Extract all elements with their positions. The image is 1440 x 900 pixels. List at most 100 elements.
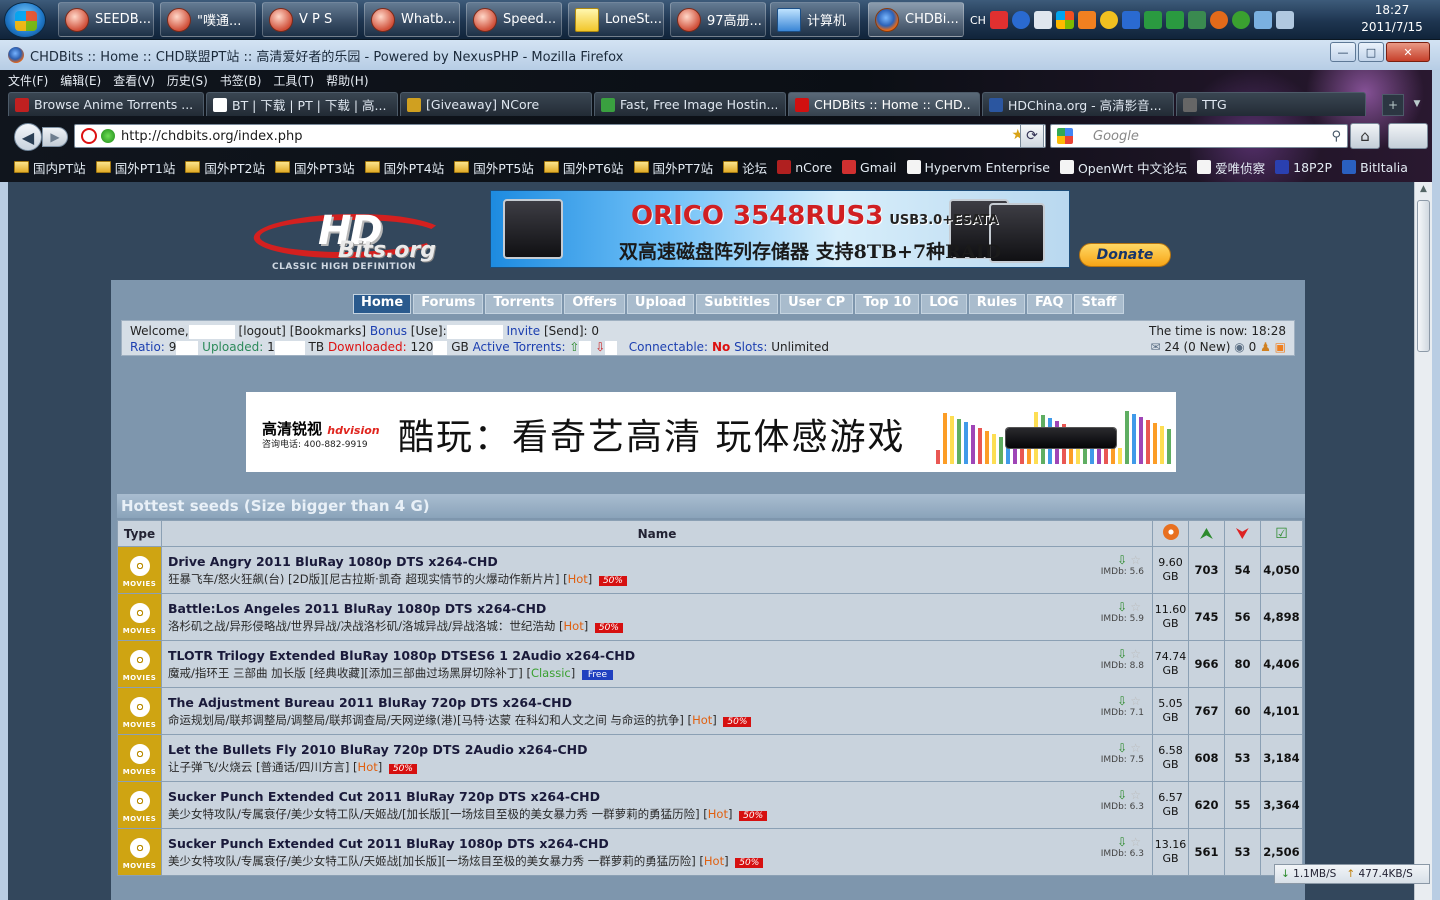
browser-tab[interactable]: BT | 下载 | PT | 下载 | 高... (206, 92, 398, 116)
logout-link[interactable]: [logout] (239, 324, 286, 338)
menu-item[interactable]: 编辑(E) (60, 72, 101, 89)
google-icon[interactable] (1057, 128, 1073, 144)
bookmark-item[interactable]: OpenWrt 中文论坛 (1059, 158, 1187, 177)
browser-tab[interactable]: CHDBits :: Home :: CHD... (788, 92, 980, 116)
monitor-icon[interactable] (1187, 11, 1206, 29)
app-icon[interactable] (1077, 11, 1096, 29)
bookmark-item[interactable]: nCore (777, 160, 832, 175)
site-nav-top-10[interactable]: Top 10 (855, 294, 920, 314)
bookmark-item[interactable]: 国外PT2站 (185, 158, 265, 177)
torrent-title-link[interactable]: Let the Bullets Fly 2010 BluRay 720p DTS… (168, 742, 1148, 757)
clock[interactable]: 18:27 2011/7/15 (1348, 2, 1436, 38)
bookmark-star-icon[interactable]: ☆ (1130, 694, 1144, 708)
taskbar-button[interactable]: Speed... (466, 2, 562, 37)
site-nav-staff[interactable]: Staff (1073, 294, 1125, 314)
minimize-button[interactable]: — (1330, 42, 1356, 62)
torrent-title-link[interactable]: Battle:Los Angeles 2011 BluRay 1080p DTS… (168, 601, 1148, 616)
category-cell[interactable]: MOVIES (117, 828, 162, 876)
menu-item[interactable]: 书签(B) (220, 72, 262, 89)
site-nav-home[interactable]: Home (353, 294, 412, 314)
taskbar-button[interactable]: LoneSt... (568, 2, 664, 37)
bookmark-star-icon[interactable]: ☆ (1130, 647, 1144, 661)
search-icon[interactable]: ⚲ (1331, 129, 1341, 144)
sogou-icon[interactable] (989, 11, 1008, 29)
bookmark-star-icon[interactable]: ☆ (1130, 788, 1144, 802)
bookmark-item[interactable]: BitItalia (1342, 160, 1408, 175)
back-button[interactable]: ◀ (14, 123, 42, 151)
menu-item[interactable]: 文件(F) (8, 72, 48, 89)
bookmark-item[interactable]: 国外PT3站 (274, 158, 355, 177)
bookmark-item[interactable]: Gmail (842, 160, 897, 175)
browser-tab[interactable]: [Giveaway] NCore (400, 92, 592, 116)
language-indicator[interactable]: CH (970, 14, 986, 27)
leechers-cell[interactable]: 55 (1224, 781, 1261, 829)
home-button[interactable]: ⌂ (1350, 123, 1380, 149)
search-bar[interactable]: Google ⚲ (1050, 124, 1348, 148)
taskbar-button[interactable]: SEEDB... (58, 2, 154, 37)
leechers-cell[interactable]: 54 (1224, 546, 1261, 594)
taskbar-button[interactable]: Whatb... (364, 2, 460, 37)
menu-item[interactable]: 帮助(H) (326, 72, 368, 89)
rss-icon[interactable]: ▣ (1275, 340, 1286, 354)
completed-cell[interactable]: 4,050 (1260, 546, 1303, 594)
site-nav-log[interactable]: LOG (921, 294, 967, 314)
category-cell[interactable]: MOVIES (117, 687, 162, 735)
usb-icon[interactable] (1033, 11, 1052, 29)
inbox-icon[interactable]: ✉ (1150, 340, 1160, 354)
scroll-up-icon[interactable]: ▲ (1417, 184, 1430, 198)
windows-flag-icon[interactable] (1055, 11, 1074, 29)
download-icon[interactable]: ⇩ (1117, 600, 1130, 614)
col-completed[interactable]: ☑ (1260, 520, 1303, 547)
taskbar-button[interactable]: 计算机 (770, 2, 860, 37)
leechers-cell[interactable]: 56 (1224, 593, 1261, 641)
bookmark-star-icon[interactable]: ☆ (1130, 600, 1144, 614)
url-bar[interactable]: http://chdbits.org/index.php ★▼ (74, 124, 1046, 148)
bookmark-item[interactable]: Hypervm Enterprise (906, 160, 1050, 175)
site-nav-upload[interactable]: Upload (626, 294, 695, 314)
seeders-cell[interactable]: 966 (1188, 640, 1225, 688)
firefox-tray-icon[interactable] (1209, 11, 1228, 29)
leechers-cell[interactable]: 53 (1224, 734, 1261, 782)
bookmark-item[interactable]: 国外PT4站 (364, 158, 444, 177)
help-icon[interactable] (1011, 11, 1030, 29)
close-button[interactable]: ✕ (1386, 42, 1430, 62)
completed-cell[interactable]: 3,364 (1260, 781, 1303, 829)
col-size[interactable] (1152, 520, 1189, 547)
extension-button[interactable] (1388, 123, 1428, 149)
friends-icon[interactable]: ♟ (1260, 340, 1271, 354)
completed-cell[interactable]: 4,406 (1260, 640, 1303, 688)
completed-cell[interactable]: 3,184 (1260, 734, 1303, 782)
tab-list-button[interactable]: ▼ (1408, 94, 1426, 116)
ad-banner-middle[interactable]: 高清锐视 hdvision 咨询电话: 400-882-9919 酷玩：看奇艺高… (246, 392, 1176, 472)
category-cell[interactable]: MOVIES (117, 640, 162, 688)
torrent-title-link[interactable]: Sucker Punch Extended Cut 2011 BluRay 72… (168, 789, 1148, 804)
browser-tab[interactable]: HDChina.org - 高清影音... (982, 92, 1174, 116)
taskbar-button[interactable]: "噗通... (160, 2, 256, 37)
browser-tab[interactable]: Browse Anime Torrents ... (8, 92, 204, 116)
plus-icon[interactable] (1231, 11, 1250, 29)
bookmarks-link[interactable]: [Bookmarks] (290, 324, 366, 338)
reload-button[interactable]: ⟳ (1020, 124, 1044, 148)
download-icon[interactable]: ⇩ (1117, 694, 1130, 708)
completed-cell[interactable]: 4,898 (1260, 593, 1303, 641)
menu-item[interactable]: 查看(V) (113, 72, 155, 89)
seeders-cell[interactable]: 745 (1188, 593, 1225, 641)
col-name[interactable]: Name (161, 520, 1153, 547)
col-seeders[interactable]: ⮝ (1188, 520, 1225, 547)
col-type[interactable]: Type (117, 520, 162, 547)
leechers-cell[interactable]: 53 (1224, 828, 1261, 876)
site-identity-icon[interactable] (101, 129, 115, 143)
invite-link[interactable]: Invite (506, 324, 540, 338)
messages-link[interactable]: 24 (0 New) (1164, 340, 1230, 354)
bookmark-item[interactable]: 论坛 (723, 158, 767, 177)
network-icon[interactable] (1121, 11, 1140, 29)
connection-icon[interactable] (1253, 11, 1272, 29)
site-logo[interactable]: HD Bits.org CLASSIC HIGH DEFINITION (246, 208, 454, 272)
col-leechers[interactable]: ⮟ (1224, 520, 1261, 547)
bookmark-star-icon[interactable]: ☆ (1130, 741, 1144, 755)
torrent-title-link[interactable]: Drive Angry 2011 BluRay 1080p DTS x264-C… (168, 554, 1148, 569)
download-icon[interactable]: ⇩ (1117, 788, 1130, 802)
bookmark-star-icon[interactable]: ☆ (1130, 553, 1144, 567)
forward-button[interactable]: ▶ (42, 127, 68, 147)
seeders-cell[interactable]: 561 (1188, 828, 1225, 876)
